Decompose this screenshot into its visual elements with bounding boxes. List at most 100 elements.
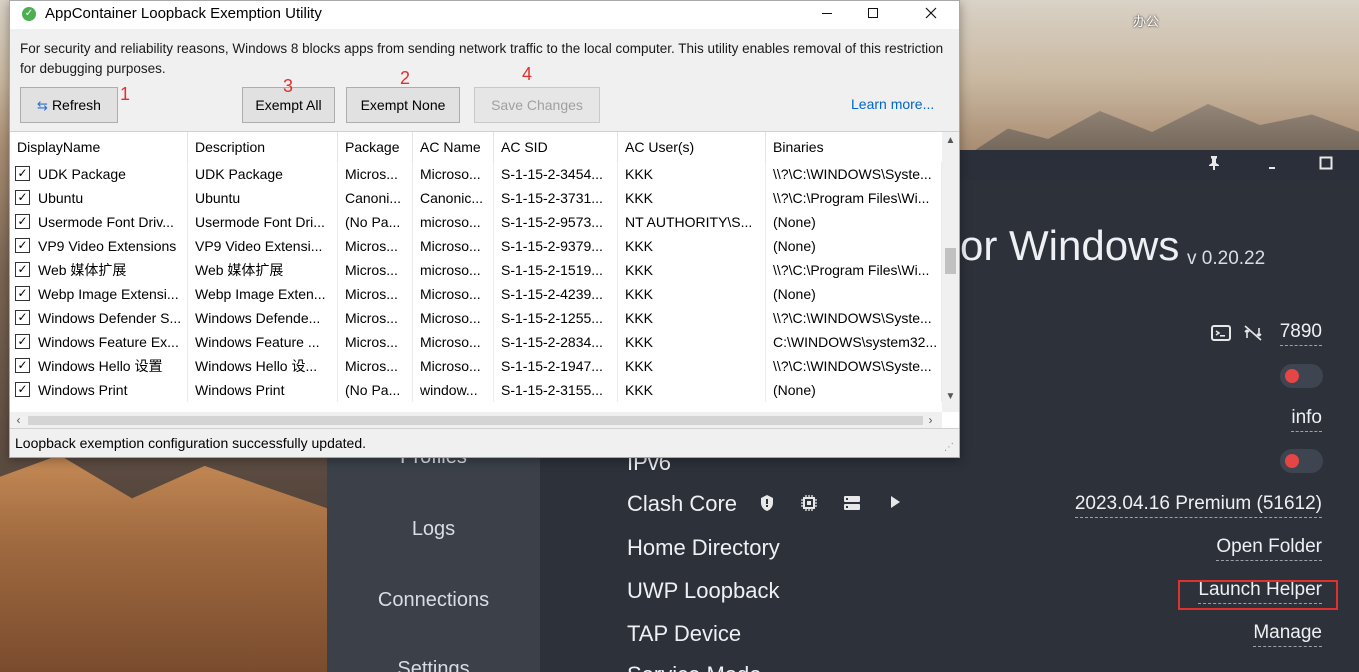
nav-item-settings[interactable]: Settings <box>327 658 540 672</box>
table-row[interactable]: ✓ Windows Defender S... Windows Defende...… <box>10 306 942 330</box>
cell-text: Canonic... <box>420 190 484 206</box>
resize-grip-icon[interactable]: ⋰ <box>944 442 956 454</box>
exempt-none-button[interactable]: Exempt None <box>346 87 460 123</box>
open-folder-link[interactable]: Open Folder <box>1216 536 1322 561</box>
mixed-port-value[interactable]: 7890 <box>1279 321 1322 346</box>
column-header-ac-users[interactable]: AC User(s) <box>618 132 766 162</box>
cell-ac-sid: S-1-15-2-9379... <box>494 234 618 258</box>
vertical-scrollbar[interactable]: ▲ ▼ <box>942 132 959 412</box>
close-icon[interactable] <box>908 1 954 29</box>
cell-text: S-1-15-2-2834... <box>501 334 603 350</box>
cell-text: (No Pa... <box>345 214 401 230</box>
play-icon[interactable] <box>885 494 905 514</box>
cell-text: S-1-15-2-1255... <box>501 310 603 326</box>
cell-text: S-1-15-2-3155... <box>501 382 603 398</box>
column-header-displayname[interactable]: DisplayName <box>10 132 188 162</box>
cell-text: UDK Package <box>38 166 126 182</box>
exempt-checkbox[interactable]: ✓ <box>15 358 30 373</box>
horizontal-scrollbar[interactable]: ‹ › <box>10 412 942 428</box>
cell-binaries: \\?\C:\Program Files\Wi... <box>766 186 942 210</box>
exempt-checkbox[interactable]: ✓ <box>15 382 30 397</box>
table-row[interactable]: ✓ Ubuntu Ubuntu Canoni... Canonic... S-1-15-2… <box>10 186 942 210</box>
column-header-ac-sid[interactable]: AC SID <box>494 132 618 162</box>
network-off-icon[interactable] <box>1243 324 1263 342</box>
pin-icon[interactable] <box>1202 154 1226 176</box>
exempt-checkbox[interactable]: ✓ <box>15 334 30 349</box>
ipv6-toggle[interactable] <box>1280 449 1323 473</box>
cell-binaries: \\?\C:\Program Files\Wi... <box>766 258 942 282</box>
exempt-checkbox[interactable]: ✓ <box>15 310 30 325</box>
column-header-description[interactable]: Description <box>188 132 338 162</box>
cell-binaries: (None) <box>766 282 942 306</box>
shield-icon[interactable] <box>757 494 777 514</box>
cell-ac-users: KKK <box>618 306 766 330</box>
cell-displayname: ✓ VP9 Video Extensions <box>10 234 188 258</box>
table-row[interactable]: ✓ Windows Print Windows Print (No Pa... wind… <box>10 378 942 402</box>
cell-text: KKK <box>625 262 654 278</box>
clash-core-version[interactable]: 2023.04.16 Premium (51612) <box>1074 493 1322 518</box>
log-level-value[interactable]: info <box>1291 407 1322 432</box>
vertical-scroll-thumb[interactable] <box>945 248 956 274</box>
table-row[interactable]: ✓ Windows Hello 设置 Windows Hello 设... Micro… <box>10 354 942 378</box>
status-bar: Loopback exemption configuration success… <box>10 431 959 457</box>
cell-ac-name: Microso... <box>413 282 494 306</box>
save-changes-button[interactable]: Save Changes <box>474 87 600 123</box>
cell-ac-sid: S-1-15-2-1519... <box>494 258 618 282</box>
cell-ac-users: KKK <box>618 162 766 186</box>
status-text: Loopback exemption configuration success… <box>15 435 366 451</box>
cell-text: KKK <box>625 382 654 398</box>
column-header-binaries[interactable]: Binaries <box>766 132 942 162</box>
minimize-icon[interactable] <box>804 1 850 29</box>
cell-description: VP9 Video Extensi... <box>188 234 338 258</box>
cell-displayname: ✓ UDK Package <box>10 162 188 186</box>
loopback-titlebar: ✓ AppContainer Loopback Exemption Utilit… <box>10 1 959 29</box>
learn-more-link[interactable]: Learn more... <box>851 96 934 112</box>
minimize-icon[interactable] <box>1260 154 1284 176</box>
table-row[interactable]: ✓ UDK Package UDK Package Micros... Microso.… <box>10 162 942 186</box>
exempt-checkbox[interactable]: ✓ <box>15 214 30 229</box>
scroll-right-icon[interactable]: › <box>922 412 939 428</box>
cell-displayname: ✓ Windows Defender S... <box>10 306 188 330</box>
cell-ac-users: KKK <box>618 330 766 354</box>
table-row[interactable]: ✓ Windows Feature Ex... Windows Feature ..… <box>10 330 942 354</box>
cell-ac-sid: S-1-15-2-2834... <box>494 330 618 354</box>
exempt-checkbox[interactable]: ✓ <box>15 238 30 253</box>
table-row[interactable]: ✓ Webp Image Extensi... Webp Image Exten..… <box>10 282 942 306</box>
table-row[interactable]: ✓ Usermode Font Driv... Usermode Font Dri.… <box>10 210 942 234</box>
launch-helper-highlight <box>1178 580 1338 610</box>
cell-text: window... <box>420 382 478 398</box>
cell-ac-users: KKK <box>618 234 766 258</box>
cell-text: C:\WINDOWS\system32... <box>773 334 938 350</box>
horizontal-scroll-thumb[interactable] <box>28 416 923 425</box>
column-header-package[interactable]: Package <box>338 132 413 162</box>
allow-lan-toggle[interactable] <box>1280 364 1323 388</box>
exempt-checkbox[interactable]: ✓ <box>15 262 30 277</box>
cell-text: Microso... <box>420 310 481 326</box>
desktop-label: 办公 <box>1133 14 1160 29</box>
exempt-checkbox[interactable]: ✓ <box>15 166 30 181</box>
cell-ac-name: window... <box>413 378 494 402</box>
exempt-checkbox[interactable]: ✓ <box>15 190 30 205</box>
cell-binaries: C:\WINDOWS\system32... <box>766 330 942 354</box>
scroll-left-icon[interactable]: ‹ <box>10 412 27 428</box>
maximize-icon[interactable] <box>850 1 896 29</box>
table-row[interactable]: ✓ Web 媒体扩展 Web 媒体扩展 Micros... microso... S-1-… <box>10 258 942 282</box>
cell-text: Microso... <box>420 334 481 350</box>
nav-item-connections[interactable]: Connections <box>327 589 540 612</box>
terminal-icon[interactable] <box>1211 324 1231 342</box>
chip-icon[interactable] <box>799 494 819 514</box>
server-icon[interactable] <box>842 494 862 514</box>
cell-ac-sid: S-1-15-2-3454... <box>494 162 618 186</box>
exempt-checkbox[interactable]: ✓ <box>15 286 30 301</box>
refresh-button[interactable]: ⇆ Refresh <box>20 87 118 123</box>
cell-ac-users: KKK <box>618 186 766 210</box>
column-header-ac-name[interactable]: AC Name <box>413 132 494 162</box>
scroll-up-icon[interactable]: ▲ <box>942 132 959 149</box>
table-row[interactable]: ✓ VP9 Video Extensions VP9 Video Extensi..… <box>10 234 942 258</box>
cell-text: KKK <box>625 310 654 326</box>
nav-item-logs[interactable]: Logs <box>327 518 540 541</box>
maximize-icon[interactable] <box>1314 154 1338 176</box>
cell-text: Microso... <box>420 286 481 302</box>
scroll-down-icon[interactable]: ▼ <box>942 388 959 405</box>
tap-manage-link[interactable]: Manage <box>1253 622 1322 647</box>
